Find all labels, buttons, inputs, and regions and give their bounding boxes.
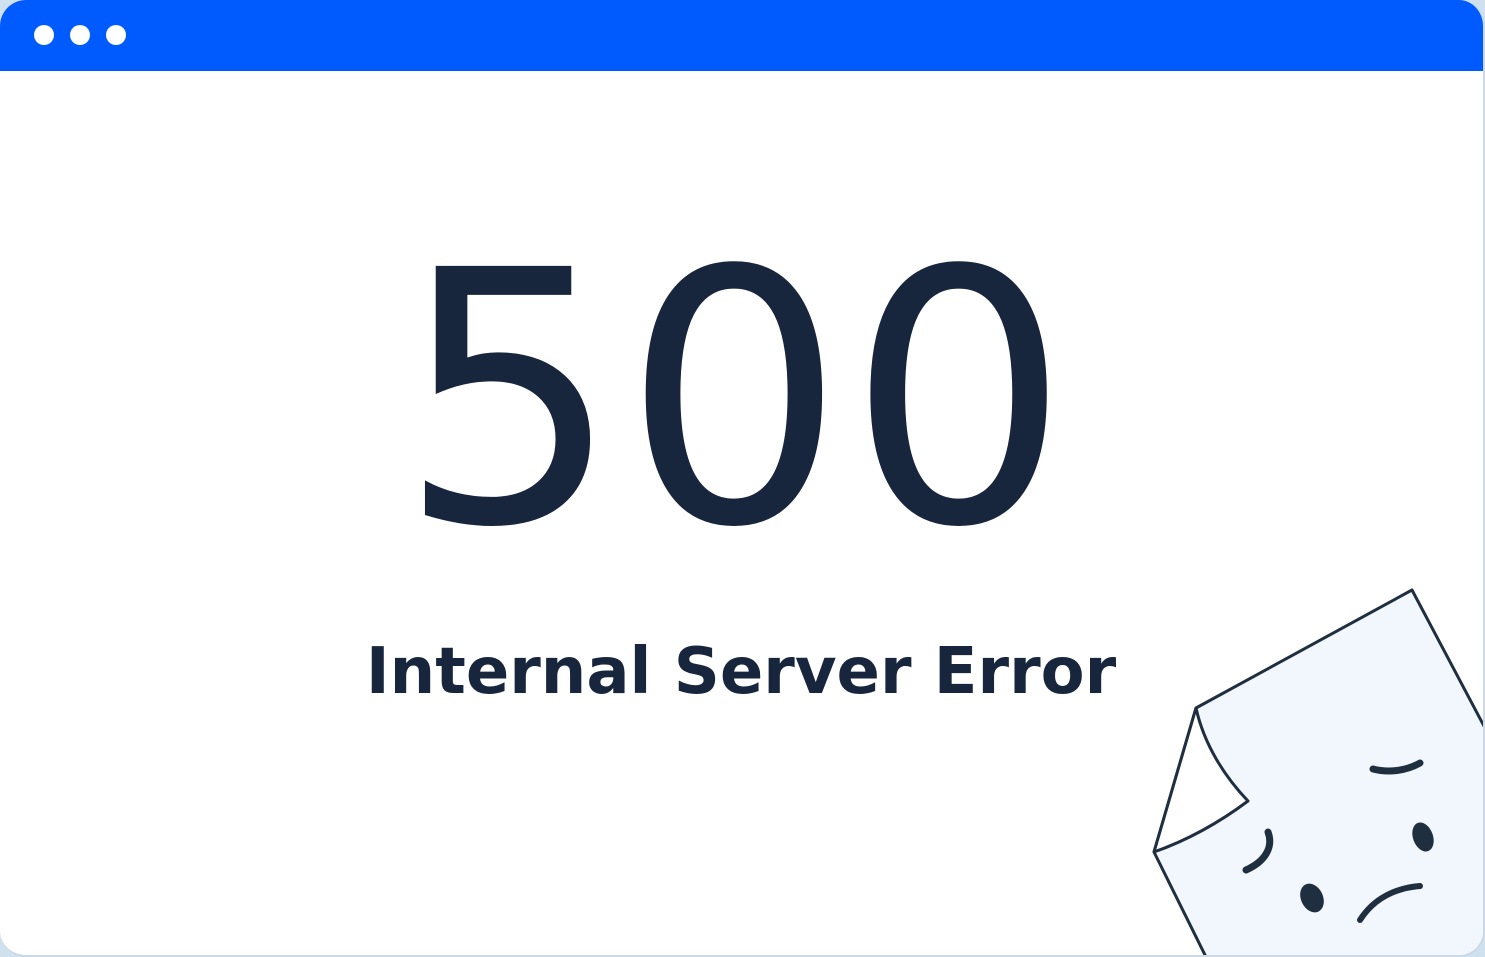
browser-window: 500 Internal Server Error	[0, 0, 1485, 957]
sad-page-icon	[1152, 588, 1483, 955]
window-control-dot-icon[interactable]	[34, 25, 54, 45]
window-control-dot-icon[interactable]	[70, 25, 90, 45]
window-control-dot-icon[interactable]	[106, 25, 126, 45]
error-code: 500	[397, 196, 1073, 604]
browser-titlebar	[0, 0, 1483, 71]
